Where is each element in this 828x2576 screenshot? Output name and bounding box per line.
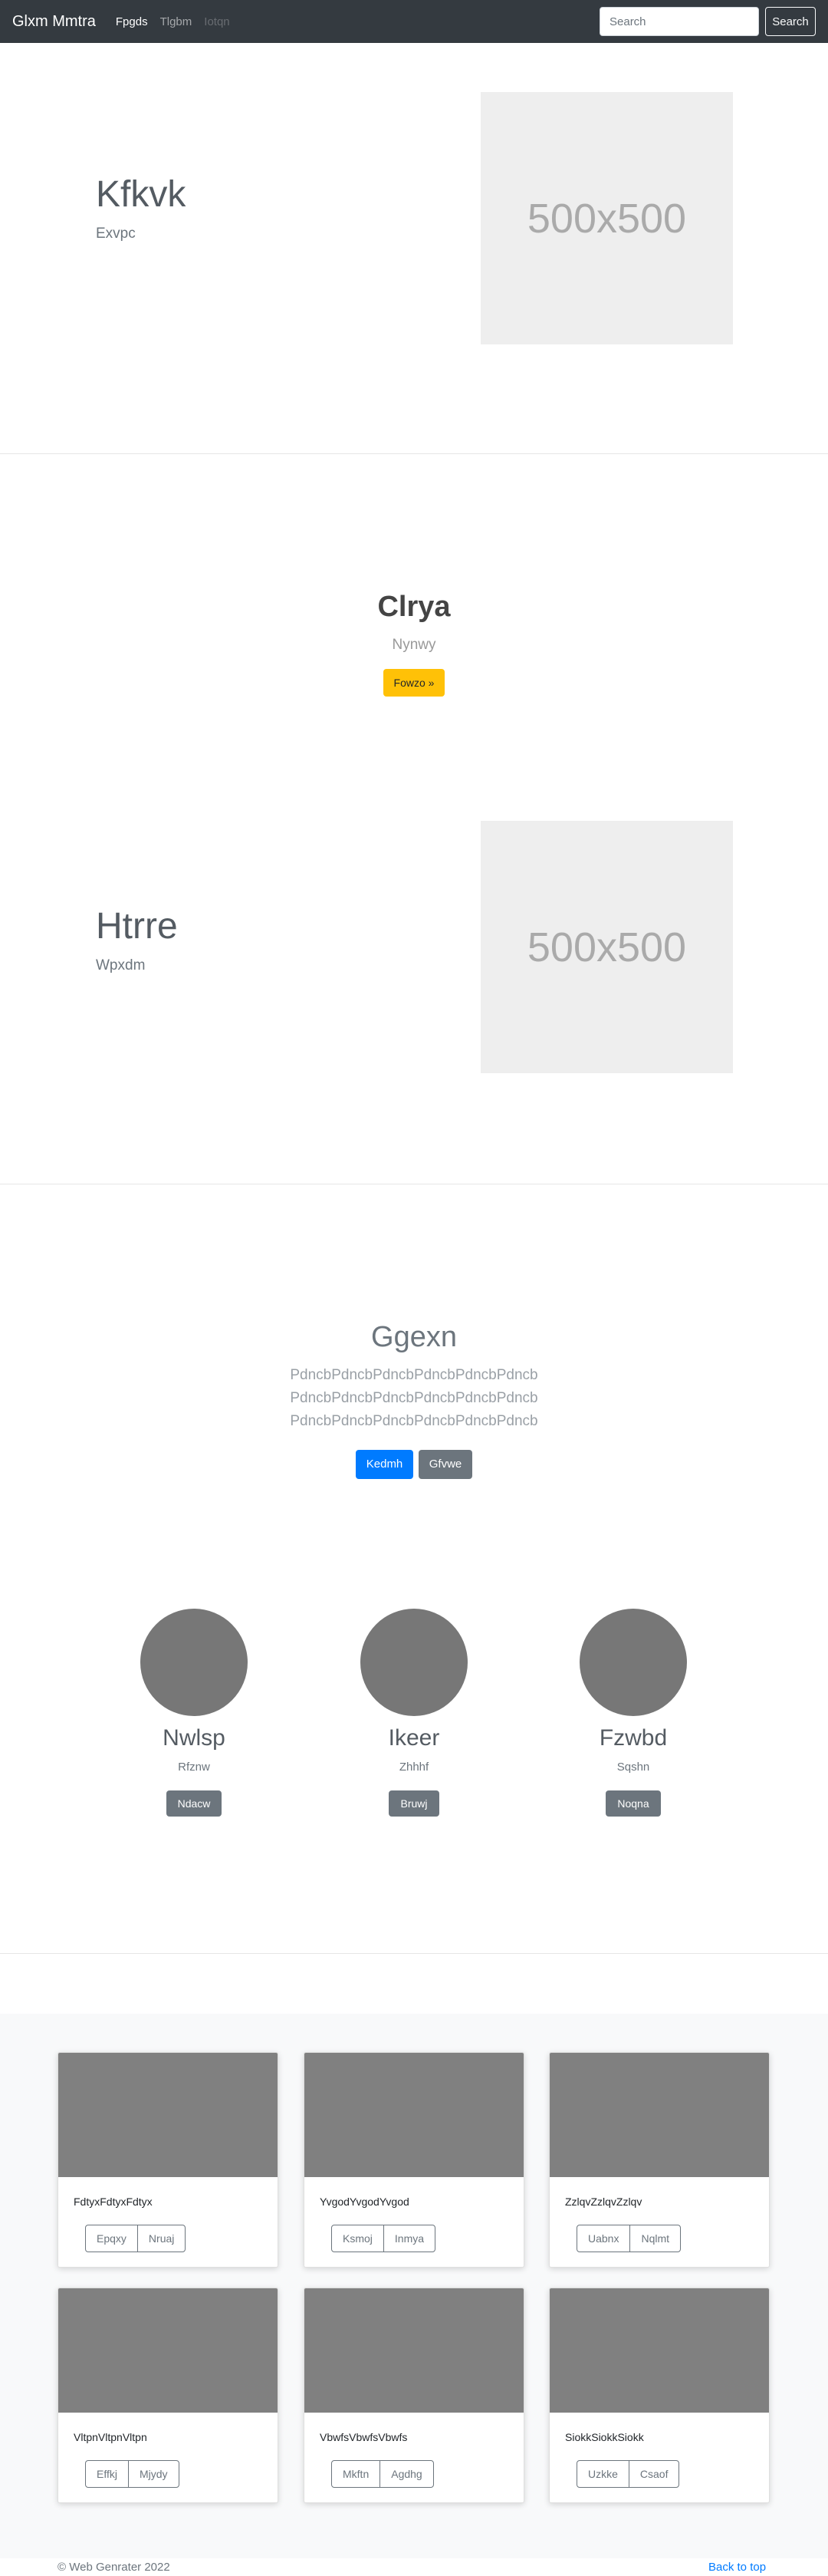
feature-section-2: Htrre Wpxdm 500x500 — [0, 775, 828, 1184]
footer-copyright: © Web Genrater 2022 — [58, 2561, 170, 2574]
card-button-group: Epqxy Nruaj — [85, 2225, 186, 2252]
cta-title: Clrya — [0, 591, 828, 624]
person-card: Nwlsp Rfznw Ndacw — [117, 1609, 271, 1817]
person-name: Nwlsp — [163, 1725, 225, 1751]
intro-secondary-button[interactable]: Gfvwe — [418, 1450, 473, 1479]
person-button[interactable]: Ndacw — [166, 1790, 222, 1817]
intro-buttons: Kedmh Gfvwe — [0, 1450, 828, 1479]
card-button-2[interactable]: Nruaj — [136, 2225, 186, 2252]
intro-line-3: PdncbPdncbPdncbPdncbPdncbPdncb — [290, 1413, 538, 1429]
person-name: Ikeer — [388, 1725, 440, 1751]
person-button[interactable]: Noqna — [606, 1790, 661, 1817]
image-label: 500x500 — [527, 924, 687, 970]
person-card: Ikeer Zhhhf Bruwj — [337, 1609, 491, 1817]
feature-title: Kfkvk — [96, 174, 186, 215]
card-text: VltpnVltpnVltpn — [74, 2431, 147, 2443]
album-card: VbwfsVbwfsVbwfs Mkftn Agdhg — [304, 2288, 524, 2503]
card-button-1[interactable]: Uzkke — [577, 2460, 629, 2488]
person-card: Fzwbd Sqshn Noqna — [557, 1609, 710, 1817]
card-button-1[interactable]: Uabnx — [577, 2225, 631, 2252]
card-button-group: Uabnx Nqlmt — [577, 2225, 682, 2252]
nav-link-2[interactable]: Tlgbm — [160, 15, 192, 28]
card-button-2[interactable]: Mjydy — [127, 2460, 179, 2488]
feature-title: Htrre — [96, 906, 178, 947]
feature-image-placeholder: 500x500 — [481, 92, 733, 344]
cta-button[interactable]: Fowzo » — [383, 669, 445, 697]
card-button-2[interactable]: Csaof — [628, 2460, 680, 2488]
card-text: VbwfsVbwfsVbwfs — [320, 2431, 408, 2443]
intro-line-1: PdncbPdncbPdncbPdncbPdncbPdncb — [290, 1367, 538, 1383]
search-button[interactable]: Search — [765, 7, 816, 36]
card-button-group: Uzkke Csaof — [577, 2460, 680, 2488]
card-image-placeholder — [304, 2288, 524, 2413]
feature-subtitle: Exvpc — [96, 226, 136, 242]
back-to-top-link[interactable]: Back to top — [708, 2561, 766, 2574]
card-button-1[interactable]: Mkftn — [331, 2460, 381, 2488]
card-button-1[interactable]: Effkj — [85, 2460, 129, 2488]
intro-text: PdncbPdncbPdncbPdncbPdncbPdncb PdncbPdnc… — [0, 1364, 828, 1433]
nav-link-3-disabled: Iotqn — [204, 15, 230, 28]
cta-button-wrap: Fowzo » — [0, 669, 828, 697]
feature-image-placeholder: 500x500 — [481, 821, 733, 1073]
card-button-1[interactable]: Ksmoj — [331, 2225, 384, 2252]
person-name: Fzwbd — [599, 1725, 668, 1751]
person-role: Rfznw — [178, 1761, 210, 1774]
card-button-2[interactable]: Agdhg — [380, 2460, 434, 2488]
card-text: FdtyxFdtyxFdtyx — [74, 2196, 153, 2208]
card-button-group: Ksmoj Inmya — [331, 2225, 436, 2252]
card-button-2[interactable]: Nqlmt — [629, 2225, 682, 2252]
card-button-2[interactable]: Inmya — [383, 2225, 436, 2252]
album-section: FdtyxFdtyxFdtyx Epqxy Nruaj YvgodYvgodYv… — [0, 2014, 828, 2558]
image-label: 500x500 — [527, 195, 687, 242]
navbar: Glxm Mmtra Fpgds Tlgbm Iotqn Search — [0, 0, 828, 43]
feature-section-1: Kfkvk Exvpc 500x500 — [0, 43, 828, 453]
album-card: YvgodYvgodYvgod Ksmoj Inmya — [304, 2052, 524, 2268]
card-button-group: Mkftn Agdhg — [331, 2460, 434, 2488]
intro-title: Ggexn — [371, 1321, 457, 1353]
album-card: SiokkSiokkSiokk Uzkke Csaof — [549, 2288, 770, 2503]
person-button[interactable]: Bruwj — [389, 1790, 439, 1817]
card-text: YvgodYvgodYvgod — [320, 2196, 409, 2208]
person-role: Sqshn — [616, 1761, 650, 1774]
intro-line-2: PdncbPdncbPdncbPdncbPdncbPdncb — [290, 1390, 538, 1406]
card-image-placeholder — [58, 2053, 278, 2177]
cta-subtitle-wrap: Nynwy — [0, 637, 828, 654]
card-image-placeholder — [550, 2053, 769, 2177]
search-input[interactable] — [600, 7, 759, 36]
feature-subtitle: Wpxdm — [96, 957, 146, 973]
card-image-placeholder — [550, 2288, 769, 2413]
divider — [0, 1953, 828, 1954]
cta-heading: Clrya — [377, 591, 451, 623]
avatar — [140, 1609, 248, 1716]
album-card: ZzlqvZzlqvZzlqv Uabnx Nqlmt — [549, 2052, 770, 2268]
intro-title-wrap: Ggexn — [0, 1321, 828, 1354]
avatar — [580, 1609, 687, 1716]
album-card: FdtyxFdtyxFdtyx Epqxy Nruaj — [58, 2052, 278, 2268]
album-card: VltpnVltpnVltpn Effkj Mjydy — [58, 2288, 278, 2503]
card-text: SiokkSiokkSiokk — [565, 2431, 644, 2443]
divider — [0, 453, 828, 454]
avatar — [360, 1609, 468, 1716]
cta-subtitle: Nynwy — [392, 637, 436, 653]
navbar-brand[interactable]: Glxm Mmtra — [12, 13, 96, 31]
card-text: ZzlqvZzlqvZzlqv — [565, 2196, 642, 2208]
card-image-placeholder — [304, 2053, 524, 2177]
card-image-placeholder — [58, 2288, 278, 2413]
person-role: Zhhhf — [399, 1761, 429, 1774]
card-button-group: Effkj Mjydy — [85, 2460, 179, 2488]
card-button-1[interactable]: Epqxy — [85, 2225, 138, 2252]
intro-primary-button[interactable]: Kedmh — [355, 1450, 414, 1479]
nav-link-1[interactable]: Fpgds — [116, 15, 148, 28]
